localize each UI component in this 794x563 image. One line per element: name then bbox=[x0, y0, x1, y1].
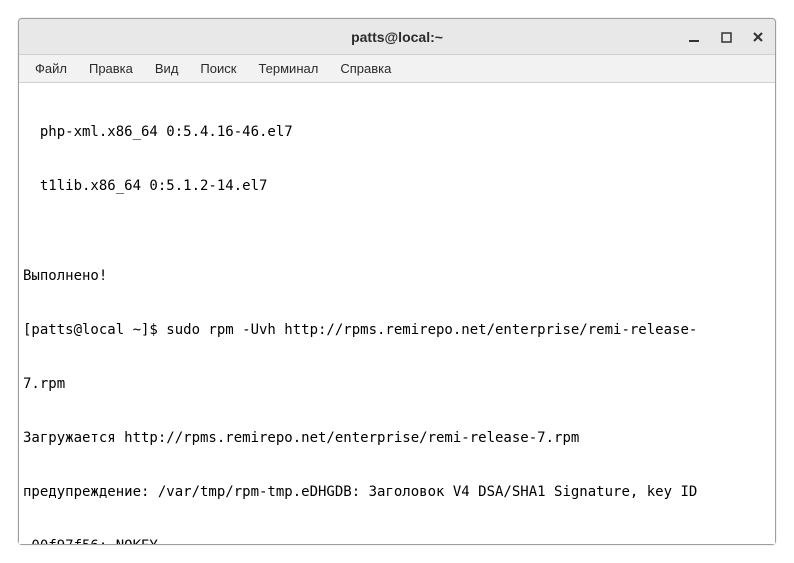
menu-file[interactable]: Файл bbox=[25, 58, 77, 79]
terminal-line: Выполнено! bbox=[23, 267, 771, 285]
window-controls bbox=[685, 19, 767, 55]
menu-view[interactable]: Вид bbox=[145, 58, 189, 79]
menu-edit[interactable]: Правка bbox=[79, 58, 143, 79]
terminal-output[interactable]: php-xml.x86_64 0:5.4.16-46.el7 t1lib.x86… bbox=[19, 83, 775, 544]
titlebar[interactable]: patts@local:~ bbox=[19, 19, 775, 55]
close-button[interactable] bbox=[749, 28, 767, 46]
menubar: Файл Правка Вид Поиск Терминал Справка bbox=[19, 55, 775, 83]
terminal-line: php-xml.x86_64 0:5.4.16-46.el7 bbox=[23, 123, 771, 141]
menu-search[interactable]: Поиск bbox=[190, 58, 246, 79]
terminal-line: t1lib.x86_64 0:5.1.2-14.el7 bbox=[23, 177, 771, 195]
menu-terminal[interactable]: Терминал bbox=[248, 58, 328, 79]
terminal-line: 00f97f56: NOKEY bbox=[23, 537, 771, 544]
maximize-button[interactable] bbox=[717, 28, 735, 46]
terminal-line: 7.rpm bbox=[23, 375, 771, 393]
terminal-line: [patts@local ~]$ sudo rpm -Uvh http://rp… bbox=[23, 321, 771, 339]
window-title: patts@local:~ bbox=[19, 29, 775, 45]
minimize-button[interactable] bbox=[685, 28, 703, 46]
terminal-line: Загружается http://rpms.remirepo.net/ent… bbox=[23, 429, 771, 447]
terminal-line: предупреждение: /var/tmp/rpm-tmp.eDHGDB:… bbox=[23, 483, 771, 501]
terminal-window: patts@local:~ Файл Правка Вид Поиск Терм… bbox=[18, 18, 776, 545]
menu-help[interactable]: Справка bbox=[330, 58, 401, 79]
